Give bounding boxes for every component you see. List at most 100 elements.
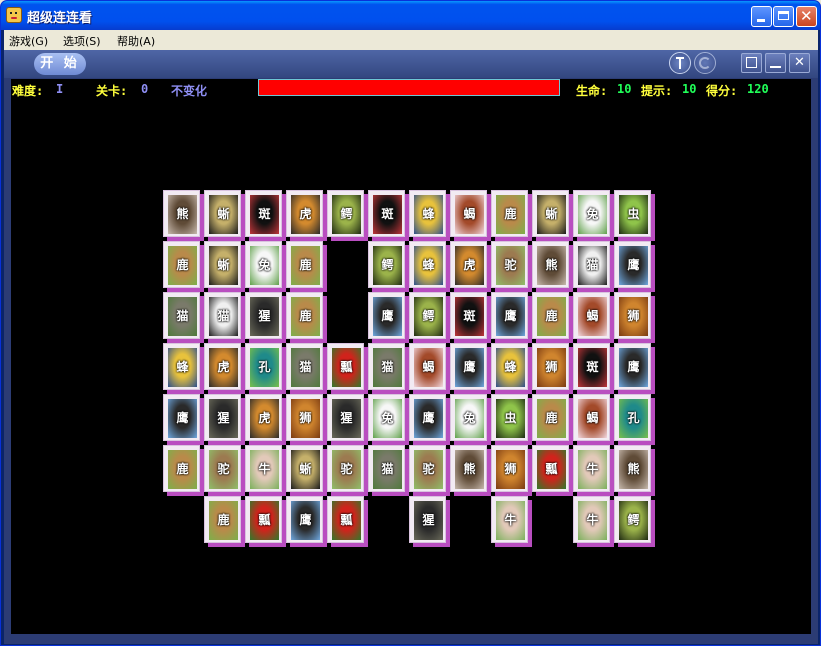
tile-gorilla[interactable]: 猩: [245, 292, 286, 343]
tile-cat[interactable]: 猫: [286, 343, 327, 394]
tile-chameleon[interactable]: 蜥: [204, 241, 245, 292]
tile-wasp[interactable]: 蜂: [163, 343, 204, 394]
minimize-button[interactable]: [751, 6, 772, 27]
tile-deer[interactable]: 鹿: [163, 241, 204, 292]
tile-eagle[interactable]: 鹰: [491, 292, 532, 343]
tile-cow[interactable]: 牛: [573, 496, 614, 547]
tile-rabbit[interactable]: 兔: [573, 190, 614, 241]
app-icon[interactable]: [6, 7, 22, 23]
tile-ladybug[interactable]: 瓢: [327, 496, 368, 547]
tile-camel[interactable]: 驼: [204, 445, 245, 496]
tile-lion[interactable]: 狮: [491, 445, 532, 496]
tile-grasshopper[interactable]: 虫: [491, 394, 532, 445]
game-close-button[interactable]: ✕: [789, 53, 810, 73]
deer-icon: 鹿: [496, 195, 525, 234]
tile-lion[interactable]: 狮: [286, 394, 327, 445]
tile-tiger[interactable]: 虎: [450, 241, 491, 292]
tile-eagle[interactable]: 鹰: [614, 343, 655, 394]
menu-options[interactable]: 选项(S): [63, 33, 101, 49]
tile-camel[interactable]: 驼: [409, 445, 450, 496]
tile-camel[interactable]: 驼: [327, 445, 368, 496]
tile-gorilla[interactable]: 猩: [409, 496, 450, 547]
tile-lion[interactable]: 狮: [532, 343, 573, 394]
tile-ladybug[interactable]: 瓢: [532, 445, 573, 496]
tile-deer[interactable]: 鹿: [491, 190, 532, 241]
tile-chameleon[interactable]: 蜥: [286, 445, 327, 496]
tile-deer[interactable]: 鹿: [532, 394, 573, 445]
tile-zebra[interactable]: 斑: [450, 292, 491, 343]
peacock-icon: 孔: [250, 348, 279, 387]
tile-eagle[interactable]: 鹰: [450, 343, 491, 394]
title-bar[interactable]: 超级连连看 ✕: [1, 1, 820, 30]
tile-chameleon[interactable]: 蜥: [204, 190, 245, 241]
tile-scorpion[interactable]: 蝎: [573, 292, 614, 343]
tile-cat[interactable]: 猫: [163, 292, 204, 343]
tile-tiger[interactable]: 虎: [204, 343, 245, 394]
tile-camel[interactable]: 驼: [491, 241, 532, 292]
tile-rabbit[interactable]: 兔: [450, 394, 491, 445]
tile-zebra[interactable]: 斑: [368, 190, 409, 241]
tile-crocodile[interactable]: 鳄: [614, 496, 655, 547]
tile-peacock[interactable]: 孔: [245, 343, 286, 394]
tile-grasshopper[interactable]: 虫: [614, 190, 655, 241]
tile-deer[interactable]: 鹿: [163, 445, 204, 496]
tile-zebra[interactable]: 斑: [573, 343, 614, 394]
tile-rabbit[interactable]: 兔: [245, 241, 286, 292]
close-button[interactable]: ✕: [796, 6, 817, 27]
tile-wasp[interactable]: 蜂: [491, 343, 532, 394]
tile-deer[interactable]: 鹿: [286, 292, 327, 343]
tile-cow[interactable]: 牛: [245, 445, 286, 496]
maximize-button[interactable]: [773, 6, 794, 27]
tile-eagle[interactable]: 鹰: [368, 292, 409, 343]
tile-eagle[interactable]: 鹰: [163, 394, 204, 445]
tile-cat[interactable]: 猫: [368, 343, 409, 394]
tile-crocodile[interactable]: 鳄: [368, 241, 409, 292]
tile-eagle[interactable]: 鹰: [409, 394, 450, 445]
game-minimize-button[interactable]: [765, 53, 786, 73]
tile-deer[interactable]: 鹿: [204, 496, 245, 547]
tile-face: 虎: [286, 190, 323, 237]
tile-bear[interactable]: 熊: [450, 445, 491, 496]
zebra-icon: 斑: [373, 195, 402, 234]
crocodile-icon: 鳄: [619, 501, 648, 540]
tile-eagle[interactable]: 鹰: [614, 241, 655, 292]
tile-zebra[interactable]: 斑: [245, 190, 286, 241]
tile-cow[interactable]: 牛: [491, 496, 532, 547]
tile-wasp[interactable]: 蜂: [409, 241, 450, 292]
tile-cat[interactable]: 猫: [368, 445, 409, 496]
tile-crocodile[interactable]: 鳄: [409, 292, 450, 343]
tile-scorpion[interactable]: 蝎: [573, 394, 614, 445]
game-board[interactable]: 难度: I 关卡: 0 不变化 生命: 10 提示: 10 得分: 120 熊蜥…: [11, 79, 811, 634]
tile-face: 斑: [450, 292, 487, 339]
menu-help[interactable]: 帮助(A): [117, 33, 155, 49]
tile-crocodile[interactable]: 鳄: [327, 190, 368, 241]
tile-ladybug[interactable]: 瓢: [245, 496, 286, 547]
info-icon[interactable]: [669, 52, 691, 74]
tile-tiger[interactable]: 虎: [245, 394, 286, 445]
tile-rabbit[interactable]: 兔: [368, 394, 409, 445]
tile-scorpion[interactable]: 蝎: [450, 190, 491, 241]
tile-eagle[interactable]: 鹰: [286, 496, 327, 547]
tile-peacock[interactable]: 孔: [614, 394, 655, 445]
cat-icon: 猫: [373, 348, 402, 387]
tile-chameleon[interactable]: 蜥: [532, 190, 573, 241]
tile-wasp[interactable]: 蜂: [409, 190, 450, 241]
tile-panda[interactable]: 猫: [573, 241, 614, 292]
tile-gorilla[interactable]: 猩: [204, 394, 245, 445]
menu-game[interactable]: 游戏(G): [9, 33, 48, 49]
tile-gorilla[interactable]: 猩: [327, 394, 368, 445]
tile-bear[interactable]: 熊: [614, 445, 655, 496]
tile-scorpion[interactable]: 蝎: [409, 343, 450, 394]
tile-deer[interactable]: 鹿: [286, 241, 327, 292]
tile-lion[interactable]: 狮: [614, 292, 655, 343]
refresh-icon[interactable]: [694, 52, 716, 74]
fullscreen-button[interactable]: [741, 53, 762, 73]
tile-ladybug[interactable]: 瓢: [327, 343, 368, 394]
tile-deer[interactable]: 鹿: [532, 292, 573, 343]
tile-bear[interactable]: 熊: [163, 190, 204, 241]
start-button[interactable]: 开 始: [34, 53, 86, 75]
tile-panda[interactable]: 猫: [204, 292, 245, 343]
tile-tiger[interactable]: 虎: [286, 190, 327, 241]
tile-cow[interactable]: 牛: [573, 445, 614, 496]
tile-bear[interactable]: 熊: [532, 241, 573, 292]
